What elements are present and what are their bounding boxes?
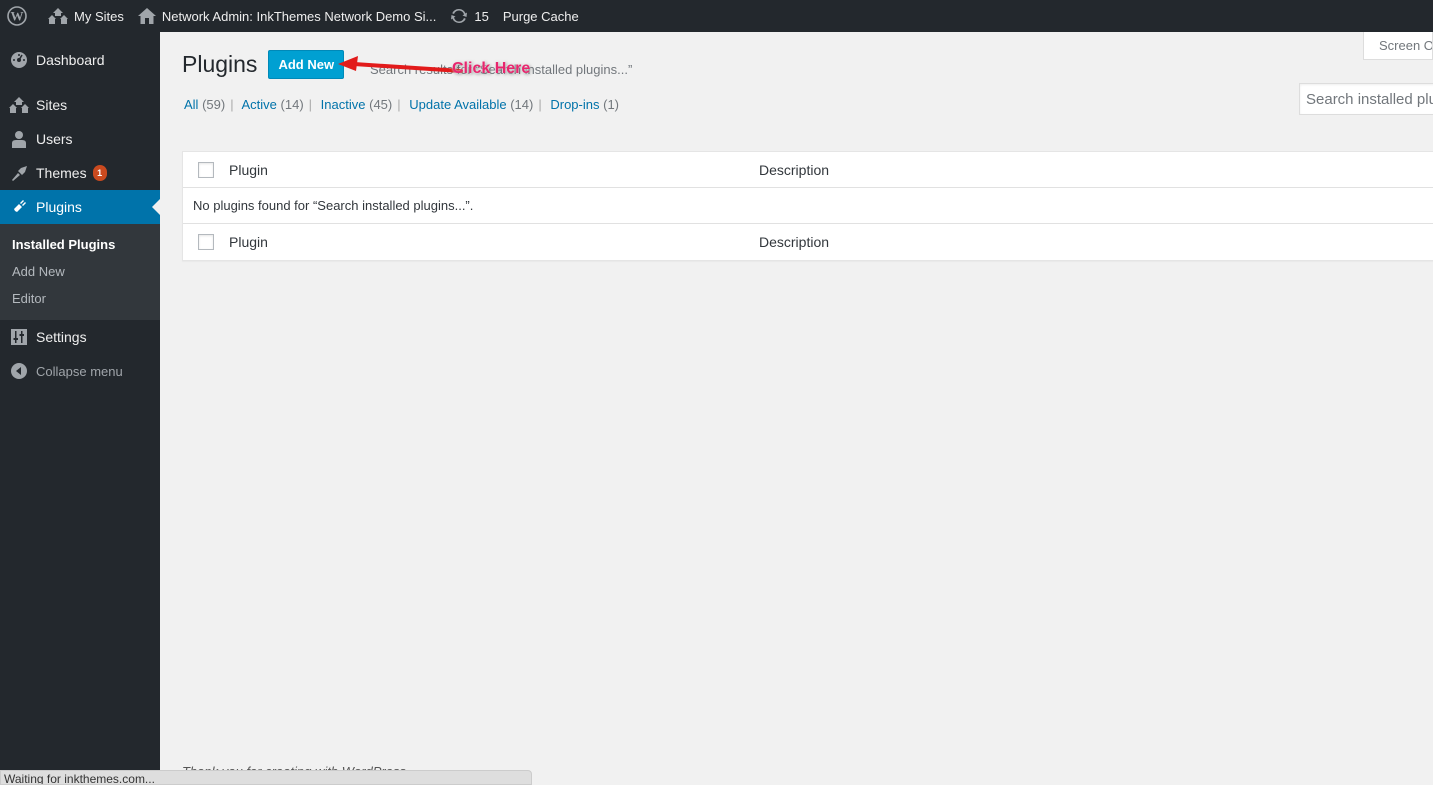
- plugins-table: Plugin Description No plugins found for …: [182, 151, 1433, 261]
- page-title: Plugins: [182, 51, 258, 77]
- sites-icon: [9, 95, 29, 115]
- filter-all[interactable]: All (59): [184, 97, 225, 112]
- wordpress-logo-menu[interactable]: W: [0, 0, 41, 32]
- purge-cache-button[interactable]: Purge Cache: [496, 0, 586, 32]
- sidebar-item-label: Plugins: [36, 199, 82, 215]
- dashboard-icon: [9, 50, 29, 70]
- select-all-checkbox-footer[interactable]: [198, 234, 214, 250]
- network-admin-label: Network Admin: InkThemes Network Demo Si…: [161, 8, 437, 24]
- collapse-menu-button[interactable]: Collapse menu: [0, 354, 160, 388]
- column-footer-description: Description: [759, 234, 830, 250]
- network-admin-menu[interactable]: Network Admin: InkThemes Network Demo Si…: [131, 0, 444, 32]
- filter-active[interactable]: Active (14): [242, 97, 304, 112]
- sidebar-item-plugins[interactable]: Plugins: [0, 190, 160, 224]
- column-header-plugin[interactable]: Plugin: [229, 162, 268, 178]
- select-all-checkbox[interactable]: [198, 161, 214, 178]
- table-footer-row: Plugin Description: [183, 224, 1433, 260]
- settings-icon: [9, 327, 29, 347]
- my-sites-menu[interactable]: My Sites: [41, 0, 131, 32]
- table-row: No plugins found for “Search installed p…: [183, 188, 1433, 224]
- filter-update-available[interactable]: Update Available (14): [409, 97, 533, 112]
- submenu-editor[interactable]: Editor: [0, 285, 160, 312]
- wordpress-icon: W: [7, 6, 27, 26]
- sidebar-item-settings[interactable]: Settings: [0, 320, 160, 354]
- my-sites-label: My Sites: [74, 8, 124, 24]
- annotation-arrow-icon: [338, 56, 463, 73]
- collapse-menu-label: Collapse menu: [36, 363, 123, 379]
- submenu-installed-plugins[interactable]: Installed Plugins: [0, 231, 160, 258]
- updates-icon: [450, 7, 468, 25]
- no-items-message: No plugins found for “Search installed p…: [193, 198, 474, 213]
- column-header-description: Description: [759, 161, 830, 178]
- sidebar-item-themes[interactable]: Themes 1: [0, 156, 160, 190]
- table-header-row: Plugin Description: [183, 152, 1433, 188]
- page-header: Plugins Add New: [182, 50, 345, 79]
- sidebar-item-label: Dashboard: [36, 52, 105, 68]
- svg-text:W: W: [11, 9, 24, 24]
- plugins-submenu: Installed Plugins Add New Editor: [0, 224, 160, 320]
- browser-status-bar: Waiting for inkthemes.com...: [0, 770, 532, 785]
- search-plugins-input[interactable]: Search installed plu: [1299, 83, 1433, 115]
- column-footer-plugin[interactable]: Plugin: [229, 234, 268, 250]
- click-here-annotation: Click Here: [452, 60, 531, 77]
- add-new-button[interactable]: Add New: [268, 50, 345, 79]
- sidebar-item-users[interactable]: Users: [0, 122, 160, 156]
- sidebar-item-sites[interactable]: Sites: [0, 88, 160, 122]
- sidebar-item-dashboard[interactable]: Dashboard: [0, 43, 160, 77]
- updates-count: 15: [474, 8, 489, 24]
- sites-icon: [48, 8, 68, 24]
- home-icon: [137, 8, 156, 24]
- admin-sidebar: Dashboard Sites Users Themes 1 Plugins I…: [0, 32, 160, 785]
- sidebar-item-label: Sites: [36, 97, 68, 113]
- admin-bar: W My Sites Network Admin: InkThemes Netw…: [0, 0, 1433, 32]
- submenu-add-new[interactable]: Add New: [0, 258, 160, 285]
- sidebar-item-label: Users: [36, 131, 73, 147]
- updates-menu[interactable]: 15: [443, 0, 495, 32]
- purge-cache-label: Purge Cache: [502, 8, 579, 24]
- themes-icon: [9, 163, 29, 183]
- filter-inactive[interactable]: Inactive (45): [321, 97, 393, 112]
- users-icon: [9, 129, 29, 149]
- filter-drop-ins[interactable]: Drop-ins (1): [550, 97, 619, 112]
- screen-options-button[interactable]: Screen Op: [1363, 32, 1433, 60]
- sidebar-item-label: Themes: [36, 165, 87, 181]
- plugin-status-filters: All (59) | Active (14) | Inactive (45) | Up…: [184, 97, 619, 112]
- themes-update-badge: 1: [92, 165, 107, 181]
- plugins-icon: [9, 197, 29, 217]
- collapse-icon: [9, 361, 29, 381]
- sidebar-item-label: Settings: [36, 329, 87, 345]
